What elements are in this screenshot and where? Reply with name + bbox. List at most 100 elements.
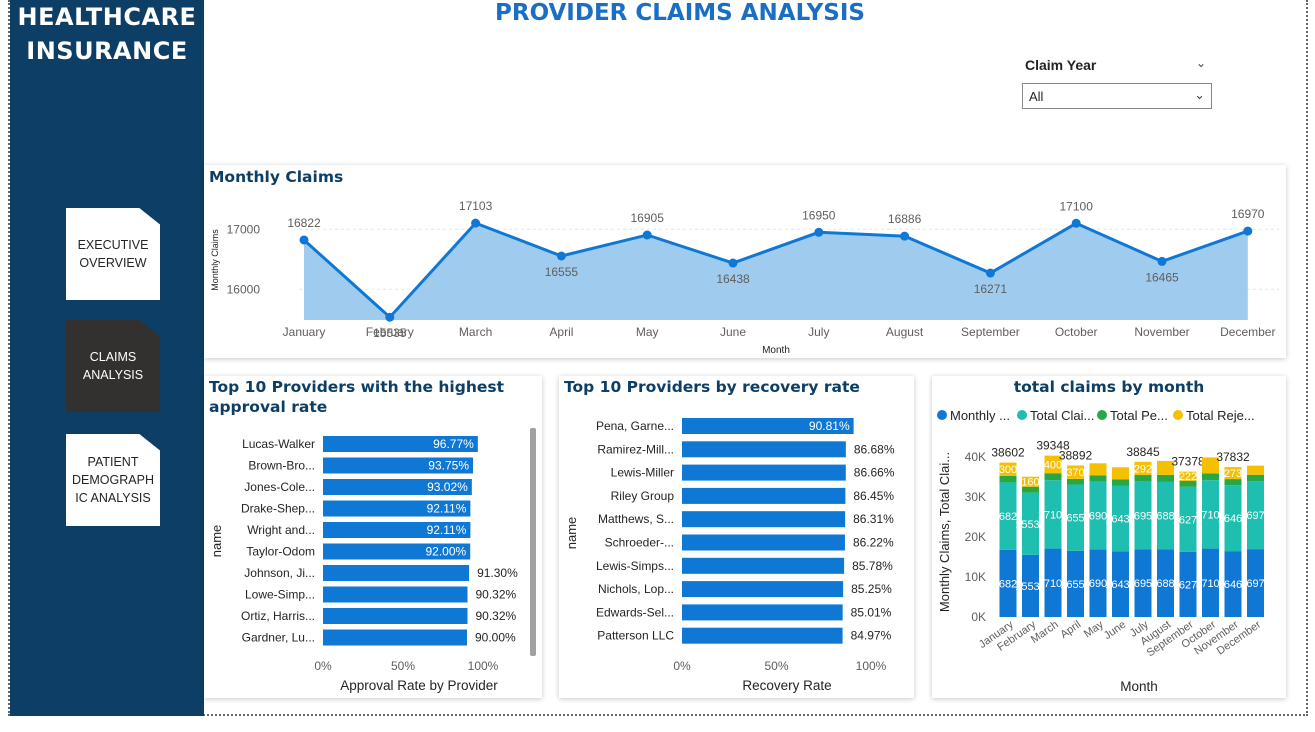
chevron-down-icon: ⌄ [1194,87,1205,102]
bar-segment [1067,478,1084,485]
brand-line2: INSURANCE [26,37,188,65]
x-tick-label: September [961,325,1020,339]
y-tick-label: 40K [965,450,986,464]
nav-executive-overview-button[interactable]: EXECUTIVE OVERVIEW [66,208,160,300]
data-label: 96.77% [433,437,474,451]
data-point [299,235,309,245]
bar-segment [1157,474,1174,482]
data-label: 17103 [459,199,493,213]
category-label: Gardner, Lu... [242,631,315,645]
sidebar: HEALTHCARE INSURANCE EXECUTIVE OVERVIEW … [10,0,204,716]
bar [682,604,843,621]
x-tick-label: August [886,325,924,339]
dropdown-value: All [1029,89,1044,104]
category-label: Edwards-Sel... [596,605,674,619]
total-label: 38602 [991,446,1025,460]
data-point [1071,218,1081,228]
data-point [814,227,824,237]
total-label: 37832 [1216,450,1250,464]
recovery-rate-card[interactable]: Top 10 Providers by recovery rate Pena, … [559,376,914,698]
data-label: 90.32% [476,609,517,623]
data-label: 85.78% [852,559,893,573]
claim-year-dropdown[interactable]: All ⌄ [1022,83,1212,109]
bar [682,511,846,528]
y-axis-title: name [209,525,224,558]
data-point [556,251,566,261]
data-label: 273 [1224,468,1242,480]
monthly-claims-chart: 1600017000 16822January 15535February17103… [210,199,1279,356]
x-tick-label: March [459,325,492,339]
bar [323,586,468,603]
x-tick-label: July [808,325,829,339]
bar-segment [1247,465,1264,475]
category-label: Johnson, Ji... [244,566,315,580]
x-tick-label: 50% [391,659,415,673]
data-label: 90.81% [809,419,850,433]
bar [682,581,844,598]
category-label: Jones-Cole... [244,480,315,494]
data-label: 370 [1066,467,1084,479]
category-label: Patterson LLC [597,629,674,643]
x-tick-label: November [1134,325,1189,339]
data-label: 92.11% [427,502,467,516]
category-label: Brown-Bro... [248,459,315,473]
y-tick-label: 30K [965,490,986,504]
brand-title: HEALTHCARE INSURANCE [10,0,204,68]
data-label: 16822 [287,216,321,230]
bar [682,534,845,551]
bar [682,464,846,481]
nav-label: CLAIMS ANALYSIS [82,350,144,382]
x-tick-label: 50% [764,659,788,673]
x-axis-title: Recovery Rate [742,678,831,693]
category-label: Taylor-Odom [246,545,315,559]
data-point [900,231,910,241]
category-label: Pena, Garne... [596,419,674,433]
data-point [1243,226,1253,236]
x-tick-label: 0% [314,659,332,673]
y-tick-label: 20K [965,530,986,544]
legend-marker [1173,410,1183,420]
bar-segment [1089,463,1107,476]
total-claims-card[interactable]: total claims by month Monthly ... Total C… [932,376,1286,698]
bar [682,487,846,504]
legend-label: Total Pe... [1110,408,1168,423]
slicer-label: Claim Year [1025,57,1097,73]
y-tick-label: 0K [971,610,986,624]
data-point [728,258,738,268]
x-axis-title: Month [1120,679,1158,694]
x-axis-title: Month [762,345,790,356]
data-label: 16970 [1240,578,1271,590]
data-label: 93.75% [428,459,469,473]
data-label: 16438 [716,272,750,286]
data-label: 85.25% [851,582,892,596]
approval-rate-card[interactable]: Top 10 Providers with the highest approv… [204,376,542,698]
bar-segment [1112,479,1129,486]
legend-label: Total Clai... [1030,408,1094,423]
data-label: 90.00% [475,631,516,645]
category-label: Wright and... [247,523,315,537]
nav-claims-analysis-button[interactable]: CLAIMS ANALYSIS [66,320,160,412]
data-label: 84.97% [851,629,892,643]
chevron-down-icon[interactable]: ⌄ [1196,56,1206,70]
category-label: Ramirez-Mill... [597,442,674,456]
data-label: 16271 [974,282,1008,296]
data-label: 92.00% [425,545,466,559]
scrollbar[interactable] [530,428,536,656]
data-label: 16905 [631,211,665,225]
bar [323,608,468,624]
y-tick-label: 10K [965,570,986,584]
bar [682,627,843,644]
data-label: 222 [1179,471,1197,483]
x-tick-label: 0% [673,659,691,673]
data-label: 86.68% [854,442,895,456]
x-tick-label: December [1220,325,1275,339]
data-label: 16555 [545,265,579,279]
nav-patient-demographic-button[interactable]: PATIENT DEMOGRAPH IC ANALYSIS [66,434,160,526]
approval-rate-chart: Lucas-Walker 96.77% Brown-Bro... 93.75% Jone… [209,436,518,693]
data-label: 16950 [802,208,836,222]
monthly-claims-card[interactable]: Monthly Claims 16000 17000 16822 January 155… [204,165,1286,358]
brand-line1: HEALTHCARE [17,3,197,31]
category-label: Lucas-Walker [242,437,315,451]
data-point [1157,256,1167,266]
data-label: 86.66% [854,466,895,480]
